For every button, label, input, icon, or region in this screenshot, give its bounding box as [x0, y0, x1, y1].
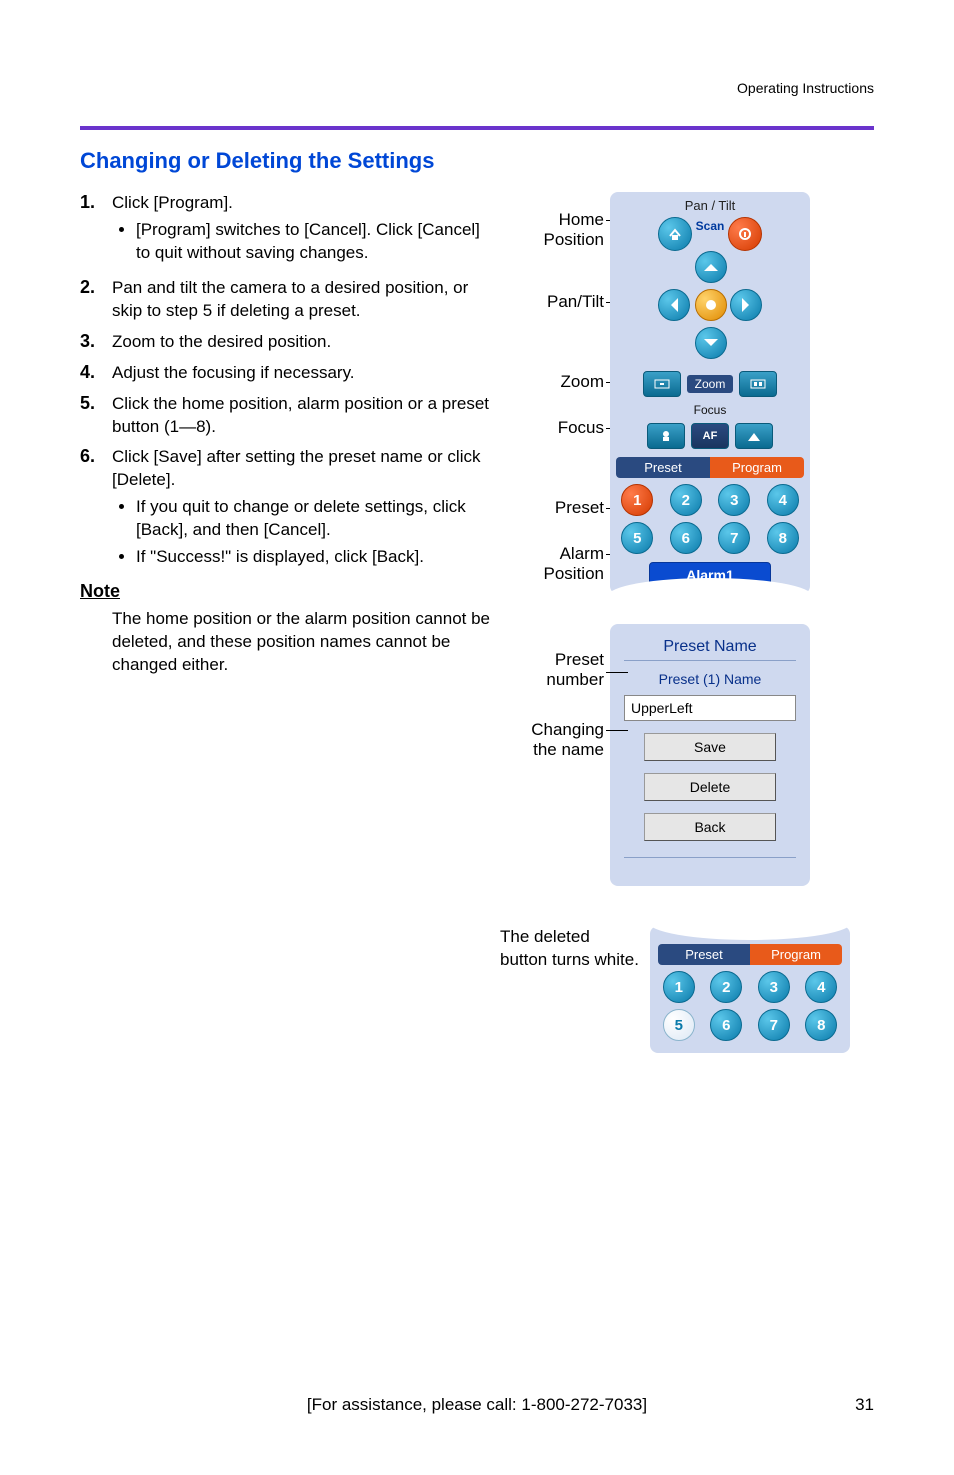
- step-body: Zoom to the desired position.: [112, 331, 331, 354]
- preset-name-panel: Preset Name Preset (1) Name Save Delete …: [610, 624, 810, 886]
- preset-button-8[interactable]: 8: [805, 1009, 837, 1041]
- center-button[interactable]: [695, 289, 727, 321]
- footer-assistance: [For assistance, please call: 1-800-272-…: [0, 1395, 954, 1415]
- step-item: 3.Zoom to the desired position.: [80, 331, 490, 354]
- step-body: Click the home position, alarm position …: [112, 393, 490, 439]
- preset-button-1[interactable]: 1: [621, 484, 653, 516]
- step-item: 1.Click [Program].[Program] switches to …: [80, 192, 490, 269]
- step-number: 5.: [80, 393, 112, 439]
- scan-button[interactable]: [728, 217, 762, 251]
- tilt-up-button[interactable]: [695, 251, 727, 283]
- step-number: 6.: [80, 446, 112, 573]
- focus-far-button[interactable]: [735, 423, 773, 449]
- step-number: 2.: [80, 277, 112, 323]
- preset-tab[interactable]: Preset: [658, 944, 750, 965]
- preset-button-3[interactable]: 3: [758, 971, 790, 1003]
- step-number: 3.: [80, 331, 112, 354]
- callout-home-position: HomePosition: [544, 210, 604, 249]
- zoom-label: Zoom: [687, 375, 734, 393]
- preset-button-7[interactable]: 7: [718, 522, 750, 554]
- preset-button-2[interactable]: 2: [710, 971, 742, 1003]
- zoom-in-button[interactable]: [739, 371, 777, 397]
- step-sub-item: [Program] switches to [Cancel]. Click [C…: [136, 219, 490, 265]
- callout-zoom: Zoom: [561, 372, 604, 392]
- pantilt-panel: Pan / Tilt Scan: [610, 192, 810, 594]
- preset-button-5[interactable]: 5: [621, 522, 653, 554]
- pan-left-button[interactable]: [658, 289, 690, 321]
- step-item: 6.Click [Save] after setting the preset …: [80, 446, 490, 573]
- callout-focus: Focus: [558, 418, 604, 438]
- preset-button-6[interactable]: 6: [670, 522, 702, 554]
- step-body: Click [Save] after setting the preset na…: [112, 446, 490, 573]
- program-tab[interactable]: Program: [710, 457, 804, 478]
- preset-button-8[interactable]: 8: [767, 522, 799, 554]
- page-number: 31: [855, 1395, 874, 1415]
- preset-button-4[interactable]: 4: [767, 484, 799, 516]
- step-item: 5.Click the home position, alarm positio…: [80, 393, 490, 439]
- step-sub-item: If you quit to change or delete settings…: [136, 496, 490, 542]
- section-title: Changing or Deleting the Settings: [80, 148, 874, 174]
- preset-button-2[interactable]: 2: [670, 484, 702, 516]
- preset-name-title: Preset Name: [624, 638, 796, 656]
- save-button[interactable]: Save: [644, 733, 776, 761]
- preset-button-1[interactable]: 1: [663, 971, 695, 1003]
- preset-grid-panel: Preset Program 1234 5678: [650, 926, 850, 1053]
- delete-button[interactable]: Delete: [644, 773, 776, 801]
- step-sub-item: If "Success!" is displayed, click [Back]…: [136, 546, 490, 569]
- preset-button-6[interactable]: 6: [710, 1009, 742, 1041]
- note-heading: Note: [80, 581, 490, 602]
- callout-alarm-position: AlarmPosition: [544, 544, 604, 583]
- preset-button-5[interactable]: 5: [663, 1009, 695, 1041]
- preset-button-3[interactable]: 3: [718, 484, 750, 516]
- panel-title: Pan / Tilt: [616, 198, 804, 213]
- header-doc-label: Operating Instructions: [737, 80, 874, 96]
- step-item: 2.Pan and tilt the camera to a desired p…: [80, 277, 490, 323]
- step-number: 4.: [80, 362, 112, 385]
- autofocus-button[interactable]: AF: [691, 423, 729, 449]
- callout-preset: Preset: [555, 498, 604, 518]
- header-rule: [80, 126, 874, 130]
- step-number: 1.: [80, 192, 112, 269]
- note-body: The home position or the alarm position …: [112, 608, 490, 677]
- tilt-down-button[interactable]: [695, 327, 727, 359]
- preset-button-7[interactable]: 7: [758, 1009, 790, 1041]
- callout-pantilt: Pan/Tilt: [547, 292, 604, 312]
- callout-preset-number: Presetnumber: [546, 650, 604, 689]
- step-body: Adjust the focusing if necessary.: [112, 362, 355, 385]
- focus-section-label: Focus: [616, 403, 804, 417]
- preset-tab[interactable]: Preset: [616, 457, 710, 478]
- step-body: Pan and tilt the camera to a desired pos…: [112, 277, 490, 323]
- preset-button-4[interactable]: 4: [805, 971, 837, 1003]
- step-item: 4.Adjust the focusing if necessary.: [80, 362, 490, 385]
- zoom-out-button[interactable]: [643, 371, 681, 397]
- step-body: Click [Program].[Program] switches to [C…: [112, 192, 490, 269]
- program-tab[interactable]: Program: [750, 944, 842, 965]
- callout-changing-name: Changingthe name: [531, 720, 604, 759]
- preset-number-label: Preset (1) Name: [624, 671, 796, 687]
- focus-near-button[interactable]: [647, 423, 685, 449]
- back-button[interactable]: Back: [644, 813, 776, 841]
- pan-right-button[interactable]: [730, 289, 762, 321]
- preset-name-input[interactable]: [624, 695, 796, 721]
- deleted-button-caption: The deleted button turns white.: [500, 926, 640, 972]
- home-position-button[interactable]: [658, 217, 692, 251]
